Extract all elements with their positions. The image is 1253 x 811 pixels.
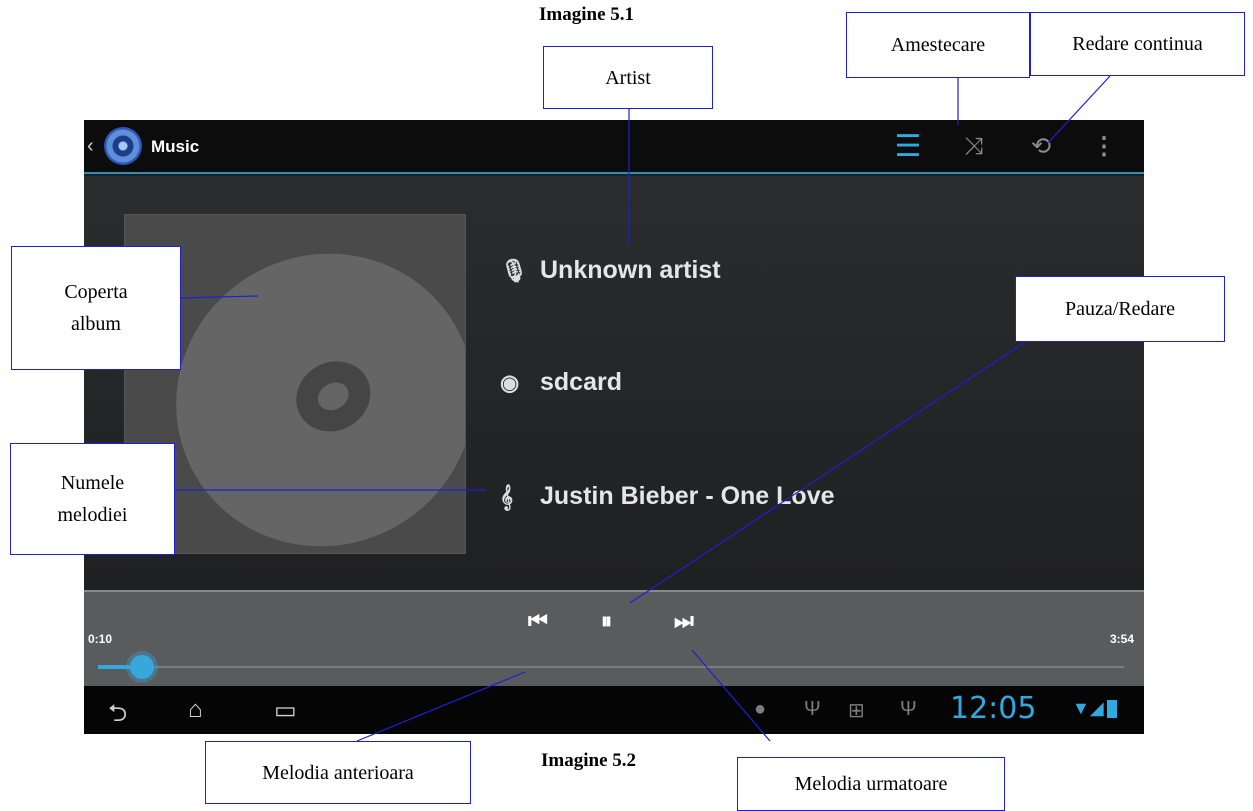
home-icon[interactable]: ⌂ <box>188 696 203 724</box>
usb-icon: Ψ <box>804 698 821 720</box>
system-bar: ⮌ ⌂ ▭ ● Ψ ⊞ Ψ 12:05 ▼◢ <box>84 686 1144 734</box>
music-app-icon[interactable] <box>104 127 142 165</box>
playlist-icon[interactable]: ☰ <box>888 132 928 162</box>
elapsed-time: 0:10 <box>88 632 113 646</box>
action-bar-divider <box>84 172 1144 174</box>
callout-shuffle: Amestecare <box>846 12 1030 78</box>
seek-bar-thumb[interactable] <box>130 655 155 679</box>
shuffle-icon[interactable]: ⤨ <box>954 132 994 162</box>
figure-caption-top: Imagine 5.1 <box>539 4 634 25</box>
song-row: 𝄞 Justin Bieber - One Love <box>500 482 835 511</box>
disc-small-icon: ◉ <box>500 369 520 395</box>
android-debug-icon: ⊞ <box>848 700 865 722</box>
album-name: sdcard <box>540 368 622 396</box>
action-bar: ‹ Music ☰ ⤨ ⟲ ⋮ <box>84 120 1144 174</box>
notification-dot-icon: ● <box>754 698 767 720</box>
overflow-menu-icon[interactable]: ⋮ <box>1084 132 1124 162</box>
music-player-screen: ‹ Music ☰ ⤨ ⟲ ⋮ 🎙 Unknown artist ◉ sdcar… <box>84 120 1144 734</box>
playback-controls: ⏮ ⏸ ⏭ 0:10 3:54 <box>84 590 1144 688</box>
wifi-icon: ▼◢ <box>1072 698 1104 718</box>
treble-clef-icon: 𝄞 <box>500 483 514 509</box>
callout-pause-play: Pauza/Redare <box>1015 276 1225 342</box>
seek-bar-track[interactable] <box>98 666 1124 668</box>
battery-icon <box>1107 700 1117 718</box>
repeat-icon[interactable]: ⟲ <box>1021 132 1061 162</box>
callout-cover: Coperta album <box>11 246 181 370</box>
callout-artist: Artist <box>543 46 713 109</box>
figure-caption-bottom: Imagine 5.2 <box>541 750 636 771</box>
artist-row: 🎙 Unknown artist <box>500 256 721 285</box>
back-icon[interactable]: ⮌ <box>108 696 127 734</box>
status-clock: 12:05 <box>950 691 1037 726</box>
next-track-button[interactable]: ⏭ <box>674 608 694 634</box>
previous-track-button[interactable]: ⏮ <box>528 608 548 634</box>
back-caret-icon[interactable]: ‹ <box>87 135 94 158</box>
album-row: ◉ sdcard <box>500 368 622 397</box>
usb-icon: Ψ <box>900 698 917 720</box>
recent-apps-icon[interactable]: ▭ <box>274 696 297 725</box>
callout-repeat: Redare continua <box>1030 12 1245 76</box>
callout-song-name: Numele melodiei <box>10 443 175 555</box>
microphone-icon: 🎙 <box>500 257 528 283</box>
now-playing-content: 🎙 Unknown artist ◉ sdcard 𝄞 Justin Biebe… <box>84 176 1144 590</box>
pause-button[interactable]: ⏸ <box>601 608 612 634</box>
callout-next: Melodia urmatoare <box>737 757 1005 811</box>
total-duration: 3:54 <box>1110 632 1135 646</box>
app-title: Music <box>151 137 200 156</box>
artist-name: Unknown artist <box>540 256 721 284</box>
song-title: Justin Bieber - One Love <box>540 482 835 510</box>
callout-previous: Melodia anterioara <box>205 741 471 804</box>
